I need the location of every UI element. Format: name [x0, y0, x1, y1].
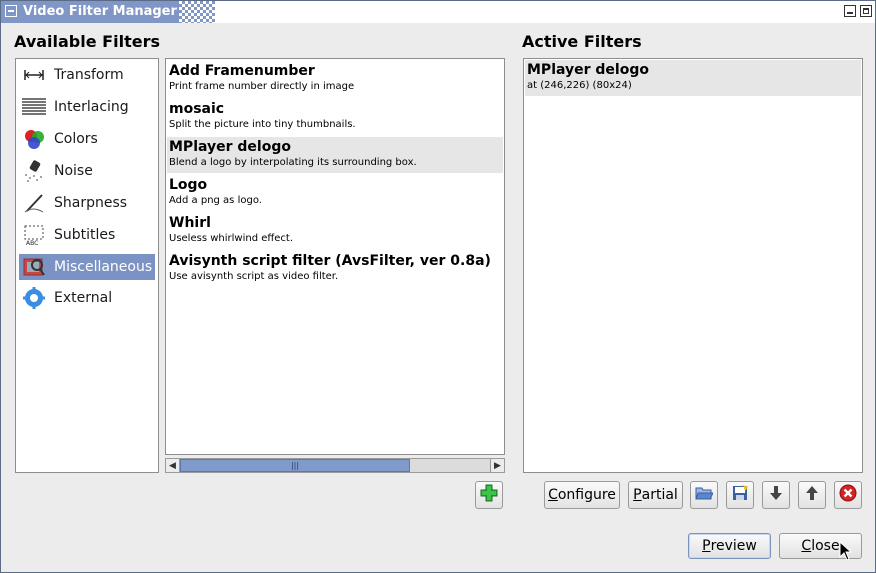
save-filters-button[interactable] — [726, 481, 754, 509]
category-label: Miscellaneous — [54, 259, 153, 275]
mouse-pointer-icon — [839, 540, 853, 565]
plus-icon — [480, 484, 498, 506]
window-menu-icon[interactable] — [5, 5, 17, 17]
open-filters-button[interactable] — [690, 481, 718, 509]
colors-icon — [22, 128, 46, 150]
filter-description: Split the picture into tiny thumbnails. — [169, 119, 356, 130]
available-filters-heading: Available Filters — [14, 32, 160, 51]
available-filter-list: Add Framenumber Print frame number direc… — [165, 58, 505, 455]
filter-description: Blend a logo by interpolating its surrou… — [169, 157, 417, 168]
folder-open-icon — [695, 485, 714, 505]
remove-icon — [839, 484, 857, 506]
category-interlacing[interactable]: Interlacing — [19, 94, 155, 120]
active-filter-params: at (246,226) (80x24) — [527, 80, 632, 91]
filter-name: Logo — [169, 177, 208, 193]
category-label: External — [54, 290, 113, 306]
active-filters-heading: Active Filters — [522, 32, 642, 51]
filter-description: Print frame number directly in image — [169, 81, 355, 92]
scrollbar-thumb[interactable]: ||| — [180, 459, 410, 472]
filter-description: Useless whirlwind effect. — [169, 233, 294, 244]
active-filter-list: MPlayer delogo at (246,226) (80x24) — [523, 58, 863, 473]
maximize-icon[interactable] — [860, 5, 872, 17]
category-label: Noise — [54, 163, 93, 179]
arrow-down-icon — [768, 485, 784, 505]
scroll-left-icon[interactable]: ◀ — [166, 459, 180, 472]
svg-text:ABC: ABC — [26, 240, 38, 246]
arrow-up-icon — [804, 485, 820, 505]
category-label: Interlacing — [54, 99, 129, 115]
filter-description: Use avisynth script as video filter. — [169, 271, 339, 282]
move-up-button[interactable] — [798, 481, 826, 509]
category-label: Transform — [54, 67, 124, 83]
category-label: Colors — [54, 131, 98, 147]
interlacing-icon — [22, 96, 46, 118]
filter-name: Add Framenumber — [169, 63, 315, 79]
category-label: Sharpness — [54, 195, 128, 211]
category-noise[interactable]: Noise — [19, 158, 155, 184]
button-mnemonic: C — [801, 538, 812, 554]
remove-filter-button[interactable] — [834, 481, 862, 509]
filter-item[interactable]: MPlayer delogo Blend a logo by interpola… — [167, 137, 503, 173]
preview-button[interactable]: Preview — [688, 533, 771, 559]
miscellaneous-icon — [22, 256, 46, 278]
category-external[interactable]: External — [19, 285, 155, 311]
category-colors[interactable]: Colors — [19, 126, 155, 152]
filter-item[interactable]: mosaic Split the picture into tiny thumb… — [167, 99, 503, 135]
category-label: Subtitles — [54, 227, 116, 243]
transform-icon — [22, 64, 46, 86]
move-down-button[interactable] — [762, 481, 790, 509]
filter-item[interactable]: Logo Add a png as logo. — [167, 175, 503, 211]
filter-list-hscrollbar[interactable]: ◀ ||| ▶ — [165, 458, 505, 473]
category-subtitles[interactable]: ABC Subtitles — [19, 222, 155, 248]
button-mnemonic: P — [633, 487, 642, 503]
save-icon — [731, 484, 749, 506]
button-label: lose — [811, 538, 840, 554]
title-decoration — [179, 1, 215, 23]
category-miscellaneous[interactable]: Miscellaneous — [19, 254, 155, 280]
minimize-icon[interactable] — [844, 5, 856, 17]
subtitles-icon: ABC — [22, 224, 46, 246]
filter-item[interactable]: Avisynth script filter (AvsFilter, ver 0… — [167, 251, 503, 287]
button-label: review — [710, 538, 757, 554]
filter-name: MPlayer delogo — [169, 139, 291, 155]
filter-name: Avisynth script filter (AvsFilter, ver 0… — [169, 253, 491, 269]
window-title: Video Filter Manager — [23, 4, 177, 19]
button-mnemonic: P — [702, 538, 711, 554]
category-list: Transform Interlacing Colors Noise Sharp… — [15, 58, 159, 473]
video-filter-manager-window: Video Filter Manager Available Filters A… — [0, 0, 876, 573]
add-filter-button[interactable] — [475, 481, 503, 509]
partial-button[interactable]: Partial — [628, 481, 683, 509]
noise-icon — [22, 160, 46, 182]
button-label: artial — [641, 487, 678, 503]
filter-item[interactable]: Whirl Useless whirlwind effect. — [167, 213, 503, 249]
category-sharpness[interactable]: Sharpness — [19, 190, 155, 216]
title-bar[interactable]: Video Filter Manager — [1, 1, 875, 23]
external-icon — [22, 287, 46, 309]
filter-description: Add a png as logo. — [169, 195, 262, 206]
category-transform[interactable]: Transform — [19, 62, 155, 88]
filter-item[interactable]: Add Framenumber Print frame number direc… — [167, 61, 503, 97]
button-mnemonic: C — [548, 487, 558, 503]
active-filter-item[interactable]: MPlayer delogo at (246,226) (80x24) — [525, 60, 861, 96]
active-filter-name: MPlayer delogo — [527, 62, 649, 78]
sharpness-icon — [22, 192, 46, 214]
scroll-right-icon[interactable]: ▶ — [490, 459, 504, 472]
configure-button[interactable]: Configure — [544, 481, 620, 509]
filter-name: Whirl — [169, 215, 211, 231]
button-label: onfigure — [557, 487, 616, 503]
filter-name: mosaic — [169, 101, 225, 117]
